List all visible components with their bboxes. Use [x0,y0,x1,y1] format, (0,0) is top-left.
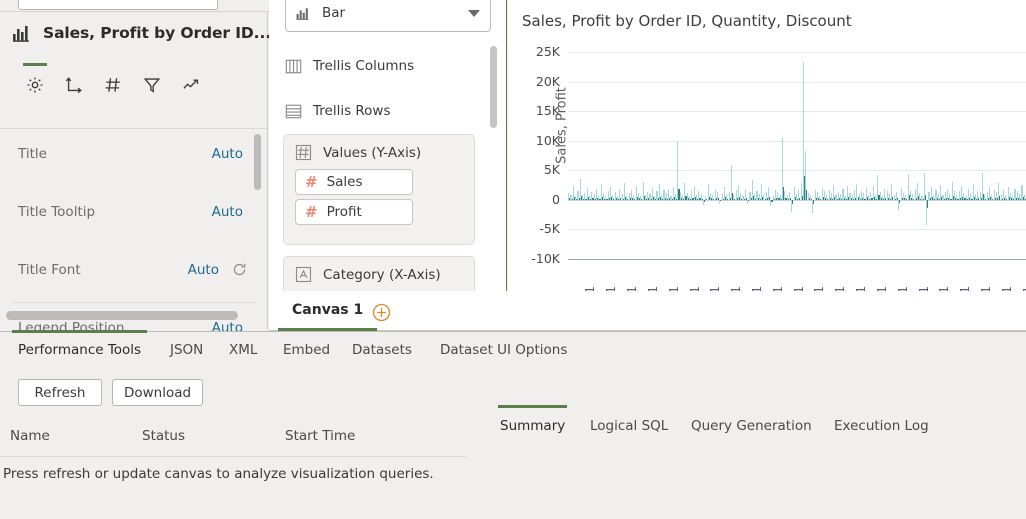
shelf-trellis-columns[interactable]: Trellis Columns [285,52,414,80]
search-input-partial[interactable] [18,0,218,10]
property-value[interactable]: Auto [212,204,243,220]
y-axis-tick-label: 10K [514,133,560,148]
tab-filter[interactable] [135,72,169,98]
hash-icon [104,76,122,94]
tab-performance-tools[interactable]: Performance Tools [18,342,141,358]
viz-type-select[interactable]: Bar [285,0,491,32]
trendline-icon [182,76,201,94]
measure-hash-icon: # [305,205,318,220]
y-axis-tick-label: -5K [514,221,560,236]
bar-chart-icon [296,6,312,20]
property-separator [12,302,255,303]
chart-bar[interactable] [813,200,814,204]
tab-general-settings[interactable] [18,72,52,98]
chart-bar[interactable] [704,200,705,202]
measure-icon [295,144,312,161]
property-value[interactable]: Auto [212,146,243,162]
category-shelf-group: Category (X-Axis) [283,256,475,291]
values-shelf-group: Values (Y-Axis) # Sales # Profit [283,134,475,245]
shelf-label: Values (Y-Axis) [323,145,421,161]
chart-bar[interactable] [927,200,928,208]
viz-title-row: Sales, Profit by Order ID... [0,12,267,42]
page-title: Sales, Profit by Order ID... [43,24,271,42]
chart-bar[interactable] [792,200,793,204]
measure-hash-icon: # [305,175,318,190]
tab-json[interactable]: JSON [170,342,203,358]
x-axis-ticks: ...-01...-01...-01...-01...-01...-01...-… [568,263,1026,291]
column-header-status: Status [142,428,185,444]
chart-title: Sales, Profit by Order ID, Quantity, Dis… [522,12,852,30]
chart-bar[interactable] [720,200,721,201]
y-axis-tick-label: 20K [514,74,560,89]
category-shelf-title: Category (X-Axis) [284,257,474,287]
chevron-down-icon [468,10,480,17]
query-table-header: Name Status Start Time [0,428,1026,456]
visualization-canvas: Sales, Profit by Order ID, Quantity, Dis… [508,0,1026,291]
gear-icon [26,76,44,94]
properties-horizontal-scrollbar[interactable] [6,311,238,320]
properties-tab-bar [0,66,267,102]
funnel-icon [143,76,161,94]
properties-divider [0,128,267,129]
top-strip [0,0,276,12]
canvas-tab-bar: Canvas 1 [269,291,1026,331]
chart-plot-area[interactable] [568,52,1026,259]
tab-xml[interactable]: XML [229,342,257,358]
property-label: Title [18,146,47,162]
results-sub-tab-bar: Summary Logical SQL Query Generation Exe… [0,372,1026,408]
tab-analytics[interactable] [174,72,208,98]
tab-number-format[interactable] [96,72,130,98]
property-row-title-font: Title Font Auto [0,246,267,304]
pill-label: Profit [327,204,362,220]
bottom-tab-bar: Performance Tools JSON XML Embed Dataset… [0,332,1026,370]
plus-circle-icon[interactable] [372,303,391,326]
y-axis-tick-label: 0 [514,192,560,207]
properties-list: Title Auto Title Tooltip Auto Title Font… [0,130,267,330]
pill-profit[interactable]: # Profit [295,199,413,225]
property-row-title: Title Auto [0,130,267,188]
tab-embed[interactable]: Embed [283,342,330,358]
property-label: Title Tooltip [18,204,95,220]
config-vertical-scrollbar[interactable] [490,46,497,128]
tab-canvas-1[interactable]: Canvas 1 [278,291,377,331]
tab-axis-settings[interactable] [57,72,91,98]
values-shelf-title: Values (Y-Axis) [284,135,474,165]
reset-icon[interactable] [232,262,247,281]
table-rule [0,456,466,457]
property-row-title-tooltip: Title Tooltip Auto [0,188,267,246]
y-axis-tick-label: 25K [514,44,560,59]
properties-panel: Sales, Profit by Order ID... [0,12,268,330]
y-axis-tick-label: 5K [514,162,560,177]
chart-bar[interactable] [748,200,749,201]
attribute-icon [295,266,312,283]
shelf-label: Trellis Columns [313,58,414,74]
property-value[interactable]: Auto [188,262,219,278]
gridline [568,259,1026,260]
chart-bar[interactable] [899,200,900,204]
app-root: Sales, Profit by Order ID... [0,0,1026,519]
viz-type-label: Bar [322,5,468,21]
shelf-label: Category (X-Axis) [323,267,441,283]
trellis-columns-icon [285,58,302,75]
pill-sales[interactable]: # Sales [295,169,413,195]
y-axis-tick-label: -10K [514,251,560,266]
chart-bar[interactable] [771,200,772,202]
pill-label: Sales [327,174,363,190]
shelf-trellis-rows[interactable]: Trellis Rows [285,97,391,125]
shelf-label: Trellis Rows [313,103,391,119]
tab-dataset-ui-options[interactable]: Dataset UI Options [440,342,567,358]
performance-tools-panel: Performance Tools JSON XML Embed Dataset… [0,331,1026,519]
column-header-name: Name [10,428,50,444]
viz-config-panel: Bar Trellis Columns Trellis Rows [269,0,507,291]
tab-datasets[interactable]: Datasets [352,342,412,358]
y-axis-tick-label: 15K [514,103,560,118]
axis-icon [65,76,83,94]
bar-chart-icon [12,24,32,42]
trellis-rows-icon [285,103,302,120]
properties-vertical-scrollbar[interactable] [254,134,261,190]
properties-panel-header: Sales, Profit by Order ID... [0,12,267,60]
column-header-start-time: Start Time [285,428,355,444]
empty-state-message: Press refresh or update canvas to analyz… [3,466,434,482]
property-label: Title Font [18,262,81,278]
